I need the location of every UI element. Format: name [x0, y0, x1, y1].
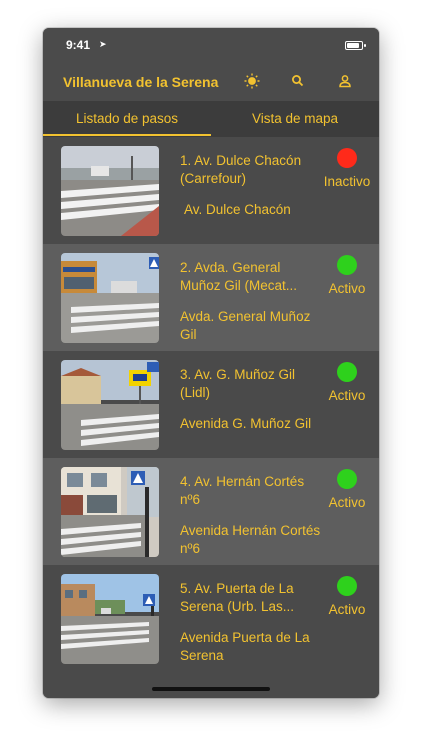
crossing-list: 1. Av. Dulce Chacón (Carrefour) Av. Dulc… — [43, 137, 379, 672]
crossing-street: Av. Dulce Chacón — [184, 202, 291, 217]
status-dot-icon — [337, 148, 357, 168]
crossing-street: Avenida Puerta de La Serena — [180, 630, 310, 663]
phone-screen: 9:41 ➤ Villanueva de la Serena Listado d… — [43, 28, 379, 698]
crossing-photo — [61, 360, 159, 450]
search-icon[interactable] — [289, 72, 307, 90]
status-label: Activo — [328, 388, 366, 403]
crossing-street: Avda. General Muñoz Gil — [180, 309, 311, 342]
status-label: Activo — [328, 495, 366, 510]
home-indicator[interactable] — [152, 687, 270, 691]
nav-bar: Villanueva de la Serena — [43, 64, 379, 101]
tab-map[interactable]: Vista de mapa — [211, 101, 379, 137]
list-item[interactable]: 2. Avda. General Muñoz Gil (Mecat... Avd… — [43, 244, 379, 351]
status-label: Inactivo — [323, 174, 371, 189]
status-dot-icon — [337, 576, 357, 596]
tab-list[interactable]: Listado de pasos — [43, 101, 211, 137]
status-label: Activo — [328, 602, 366, 617]
status-dot-icon — [337, 469, 357, 489]
crossing-photo — [61, 253, 159, 343]
status-time: 9:41 — [66, 38, 91, 52]
location-arrow-icon: ➤ — [99, 39, 107, 49]
battery-icon — [345, 41, 363, 50]
crossing-photo — [61, 467, 159, 557]
status-dot-icon — [337, 362, 357, 382]
status-dot-icon — [337, 255, 357, 275]
list-item[interactable]: 1. Av. Dulce Chacón (Carrefour) Av. Dulc… — [43, 137, 379, 244]
tab-active-indicator — [43, 134, 211, 136]
status-bar: 9:41 ➤ — [43, 28, 379, 64]
crossing-title: 4. Av. Hernán Cortés nº6 — [180, 474, 305, 507]
sun-icon[interactable] — [243, 72, 261, 90]
list-item[interactable]: 5. Av. Puerta de La Serena (Urb. Las... … — [43, 565, 379, 672]
crossing-street: Avenida G. Muñoz Gil — [180, 416, 312, 431]
crossing-title: 5. Av. Puerta de La Serena (Urb. Las... — [180, 581, 295, 614]
battery-cap — [364, 44, 366, 47]
crossing-photo — [61, 574, 159, 664]
crossing-title: 3. Av. G. Muñoz Gil (Lidl) — [180, 367, 296, 400]
user-icon[interactable] — [336, 72, 354, 90]
crossing-street: Avenida Hernán Cortés nº6 — [180, 523, 321, 556]
bottom-bar — [43, 672, 379, 698]
crossing-photo — [61, 146, 159, 236]
list-item[interactable]: 4. Av. Hernán Cortés nº6 Avenida Hernán … — [43, 458, 379, 565]
segmented-tabs: Listado de pasos Vista de mapa — [43, 101, 379, 137]
crossing-title: 1. Av. Dulce Chacón (Carrefour) — [180, 153, 302, 186]
app-title: Villanueva de la Serena — [63, 74, 219, 90]
status-label: Activo — [328, 281, 366, 296]
list-item[interactable]: 3. Av. G. Muñoz Gil (Lidl) Avenida G. Mu… — [43, 351, 379, 458]
crossing-title: 2. Avda. General Muñoz Gil (Mecat... — [180, 260, 298, 293]
